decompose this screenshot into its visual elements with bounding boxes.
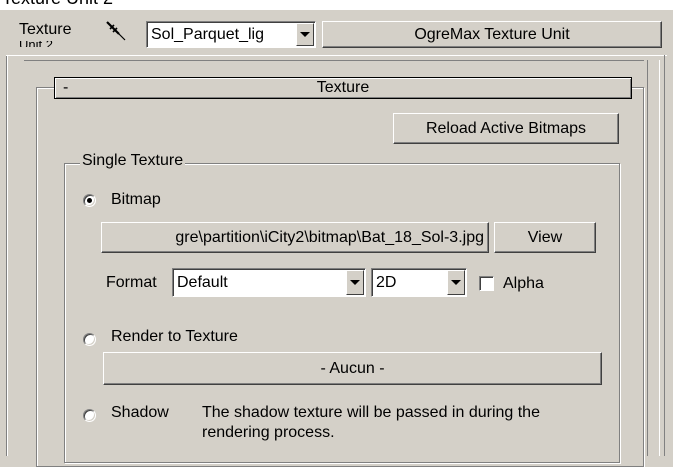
- chevron-down-icon[interactable]: [346, 270, 364, 295]
- bitmap-radio[interactable]: [83, 194, 96, 207]
- chevron-down-icon[interactable]: [296, 23, 314, 46]
- dimension-select-value: 2D: [376, 273, 397, 291]
- format-select-value: Default: [177, 273, 228, 291]
- render-to-texture-radio[interactable]: [83, 333, 96, 346]
- alpha-checkbox[interactable]: [479, 276, 494, 291]
- texture-type-button[interactable]: OgreMax Texture Unit: [322, 21, 662, 48]
- window-title-strip: Texture Unit 2: [0, 0, 673, 10]
- bitmap-path-value: gre\partition\iCity2\bitmap\Bat_18_Sol-3…: [175, 228, 484, 246]
- texture-unit-label-second-line: Unit 2: [19, 41, 53, 47]
- render-to-texture-label[interactable]: Render to Texture: [111, 327, 238, 347]
- radio-dot: [87, 198, 92, 203]
- single-texture-group-label: Single Texture: [80, 152, 186, 170]
- alpha-label[interactable]: Alpha: [503, 274, 544, 294]
- render-target-button[interactable]: - Aucun -: [103, 352, 602, 385]
- window-title: Texture Unit 2: [2, 0, 113, 8]
- view-button[interactable]: View: [494, 222, 596, 253]
- eyedropper-icon[interactable]: [104, 19, 128, 43]
- reload-active-bitmaps-button[interactable]: Reload Active Bitmaps: [393, 113, 619, 144]
- scrollbar-track[interactable]: [647, 60, 660, 456]
- panel-left-edge-highlight: [7, 55, 8, 456]
- dimension-select[interactable]: 2D: [371, 268, 467, 297]
- bitmap-path-button[interactable]: gre\partition\iCity2\bitmap\Bat_18_Sol-3…: [101, 222, 489, 253]
- format-label: Format: [106, 274, 157, 291]
- shadow-label[interactable]: Shadow: [111, 403, 169, 423]
- panel-right-edge: [664, 55, 665, 456]
- rollout-title: Texture: [316, 79, 370, 96]
- bitmap-radio-label[interactable]: Bitmap: [111, 190, 161, 210]
- panel-top-edge: [6, 55, 667, 56]
- shadow-radio[interactable]: [83, 409, 96, 422]
- format-select[interactable]: Default: [172, 268, 366, 297]
- chevron-down-icon[interactable]: [447, 270, 465, 295]
- texture-unit-label: Texture: [19, 21, 72, 38]
- rollout-header[interactable]: - Texture: [54, 77, 632, 99]
- material-select-value: Sol_Parquet_lig: [151, 25, 264, 43]
- shadow-description: The shadow texture will be passed in dur…: [202, 404, 540, 441]
- panel-bottom-top-edge: [24, 60, 644, 61]
- material-select[interactable]: Sol_Parquet_lig: [146, 21, 316, 48]
